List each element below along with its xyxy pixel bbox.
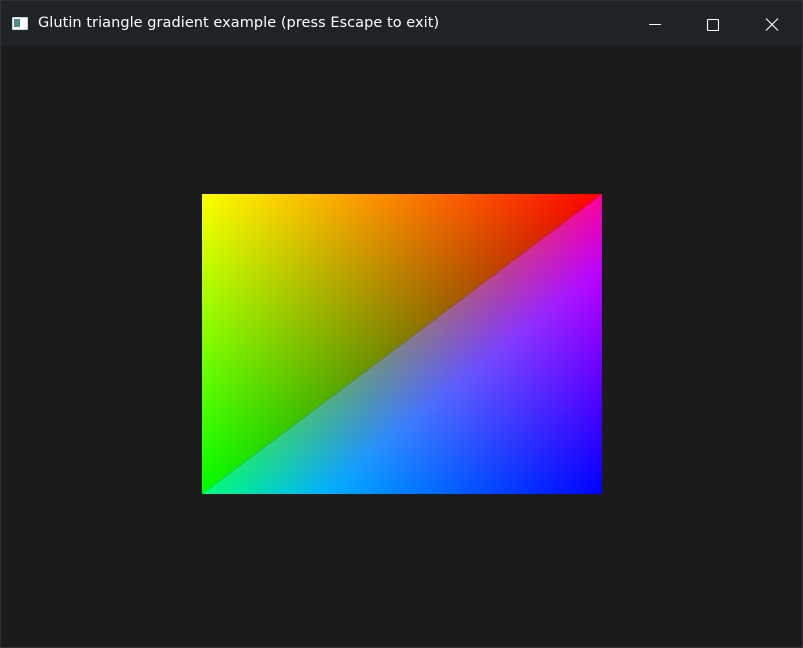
- minimize-icon: [649, 24, 661, 25]
- window-title: Glutin triangle gradient example (press …: [38, 15, 440, 31]
- maximize-button[interactable]: [684, 1, 742, 46]
- maximize-icon: [706, 18, 720, 32]
- close-icon: [765, 18, 779, 31]
- minimize-button[interactable]: [626, 1, 684, 46]
- window-app-icon[interactable]: [12, 17, 28, 30]
- title-bar[interactable]: Glutin triangle gradient example (press …: [1, 1, 802, 46]
- gradient-quad: [202, 194, 602, 494]
- close-button[interactable]: [742, 1, 800, 46]
- app-window: Glutin triangle gradient example (press …: [0, 0, 803, 648]
